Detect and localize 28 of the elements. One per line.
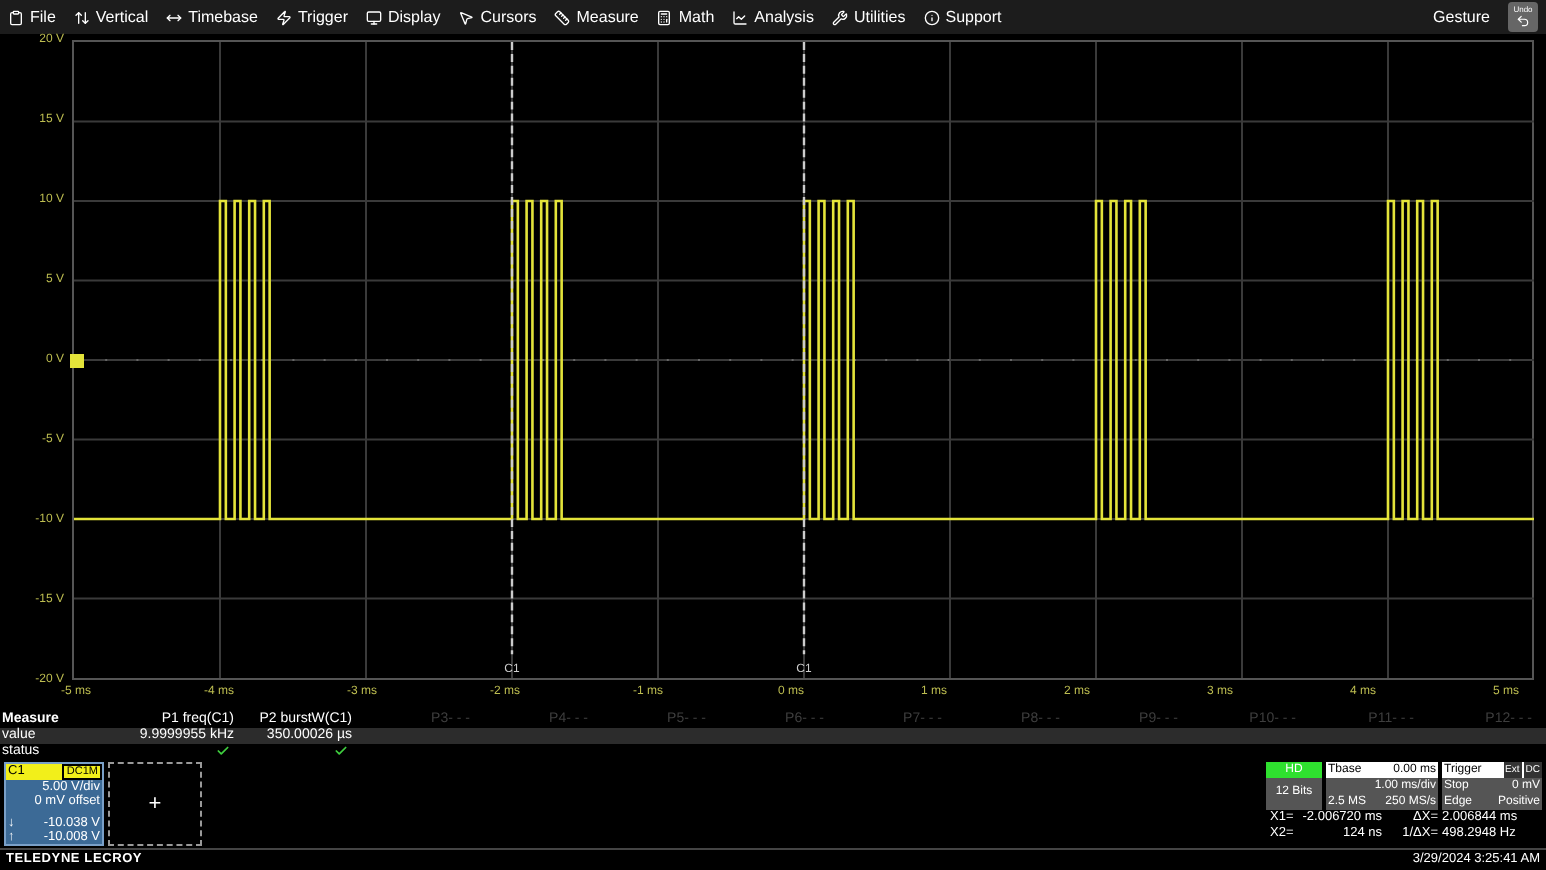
- menu-item[interactable]: Timebase: [166, 5, 258, 29]
- cursor-line[interactable]: [802, 42, 806, 655]
- cursor-line[interactable]: [510, 42, 514, 655]
- menu-item[interactable]: Utilities: [831, 5, 906, 29]
- menu-item[interactable]: Vertical: [73, 5, 149, 29]
- menu-item[interactable]: Cursors: [458, 5, 537, 29]
- undo-icon: [1516, 14, 1530, 28]
- wrench-icon: [831, 9, 848, 25]
- clipboard-icon: [8, 9, 24, 25]
- horizontal-arrows-icon: [166, 9, 183, 25]
- menu-item[interactable]: Trigger: [275, 5, 348, 29]
- channel-marker-icon: [70, 354, 84, 368]
- menu-item[interactable]: Analysis: [732, 5, 814, 29]
- monitor-icon: [366, 9, 382, 25]
- vertical-arrows-icon: [73, 9, 90, 25]
- pointer-icon: [458, 9, 475, 25]
- menu-item[interactable]: Display: [366, 5, 441, 29]
- add-channel-button[interactable]: +: [108, 762, 202, 846]
- ruler-icon: [554, 9, 571, 25]
- info-icon: [923, 9, 940, 25]
- gesture-label: Gesture: [1433, 5, 1490, 29]
- bolt-icon: [275, 9, 292, 25]
- menu-item[interactable]: Support: [923, 5, 1002, 29]
- menu-item[interactable]: Math: [656, 5, 715, 29]
- menu-item[interactable]: Measure: [554, 5, 639, 29]
- menu-item[interactable]: File: [8, 5, 56, 29]
- line-chart-icon: [732, 9, 749, 25]
- calculator-icon: [656, 9, 673, 25]
